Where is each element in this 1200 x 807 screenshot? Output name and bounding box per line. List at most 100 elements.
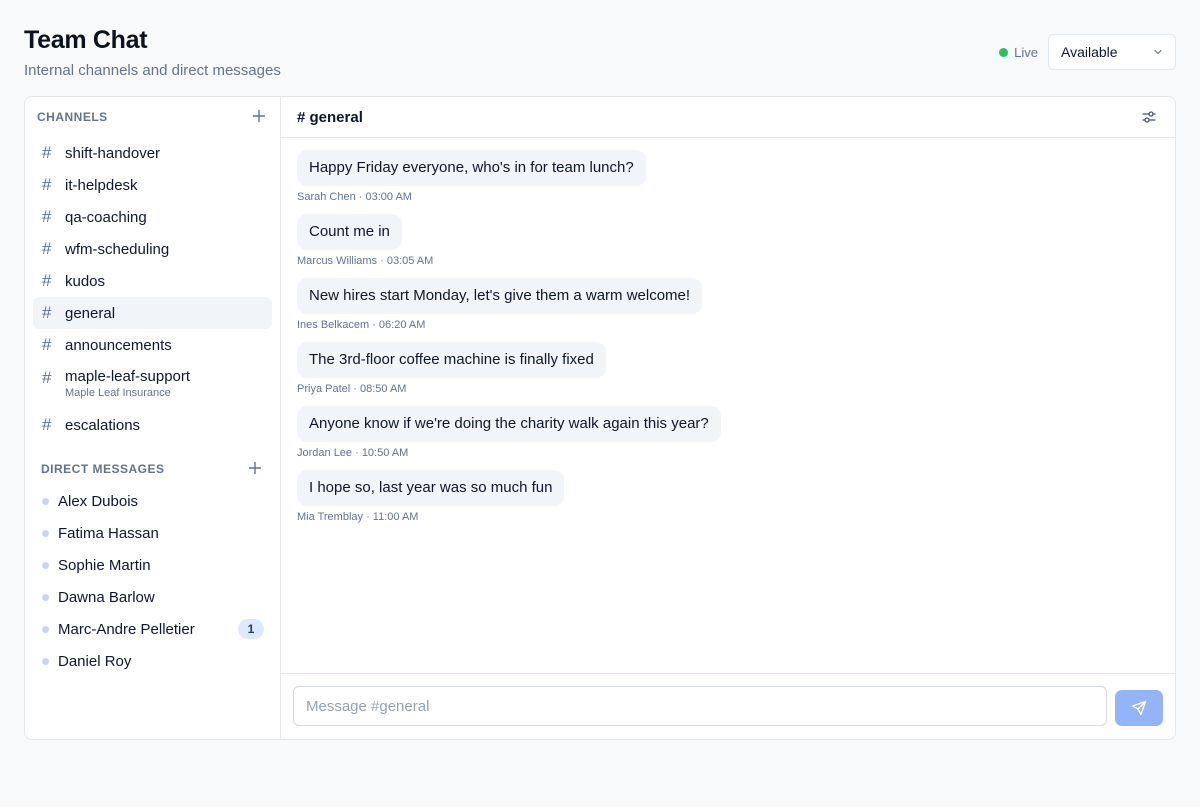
channels-label: CHANNELS [37, 110, 108, 124]
message-meta: Jordan Lee · 10:50 AM [297, 447, 409, 459]
channel-text: maple-leaf-support Maple Leaf Insurance [65, 368, 190, 399]
send-icon [1131, 700, 1147, 716]
unread-badge: 1 [238, 619, 264, 639]
channel-name: general [65, 304, 116, 322]
dm-name: Sophie Martin [58, 556, 151, 574]
channel-name: qa-coaching [65, 208, 147, 226]
message-bubble: The 3rd-floor coffee machine is finally … [297, 342, 606, 378]
send-button[interactable] [1115, 690, 1163, 726]
message: Anyone know if we're doing the charity w… [297, 406, 721, 459]
channel-name: announcements [65, 336, 172, 354]
dm-item[interactable]: Sophie Martin [33, 549, 272, 581]
channel-text: kudos [65, 273, 105, 290]
message-bubble: Count me in [297, 214, 402, 250]
message: The 3rd-floor coffee machine is finally … [297, 342, 721, 395]
channel-text: escalations [65, 417, 140, 434]
live-indicator: Live [999, 45, 1038, 60]
message-meta: Marcus Williams · 03:05 AM [297, 255, 434, 267]
channel-item-it-helpdesk[interactable]: # it-helpdesk [33, 169, 272, 201]
dm-item[interactable]: Alex Dubois [33, 485, 272, 517]
hash-icon: # [42, 239, 52, 258]
channel-item-qa-coaching[interactable]: # qa-coaching [33, 201, 272, 233]
add-dm-button[interactable] [248, 461, 264, 477]
channel-text: general [65, 305, 115, 322]
channel-name: shift-handover [65, 144, 161, 162]
channel-text: wfm-scheduling [65, 241, 169, 258]
channel-name: maple-leaf-support [65, 368, 191, 385]
channel-name: wfm-scheduling [65, 240, 170, 258]
add-channel-button[interactable] [252, 109, 268, 125]
dm-list: Alex Dubois Fatima Hassan Sophie Martin Daw… [33, 485, 272, 677]
hash-icon: # [42, 207, 52, 226]
channel-item-maple-leaf-support[interactable]: # maple-leaf-support Maple Leaf Insurance [33, 361, 272, 409]
hash-icon: # [42, 271, 52, 290]
dm-name: Dawna Barlow [58, 588, 155, 606]
presence-dot-icon [42, 657, 49, 665]
composer [281, 673, 1175, 739]
message-bubble: Anyone know if we're doing the charity w… [297, 406, 721, 442]
dm-header: DIRECT MESSAGES [41, 459, 264, 479]
dm-name: Daniel Roy [58, 652, 132, 670]
status-select[interactable]: Available [1048, 34, 1176, 70]
sliders-icon [1142, 111, 1156, 123]
channel-name: escalations [65, 416, 141, 434]
dm-item[interactable]: Fatima Hassan [33, 517, 272, 549]
page-header: Team Chat Internal channels and direct m… [24, 24, 1176, 84]
dm-name: Fatima Hassan [58, 524, 159, 542]
channel-text: shift-handover [65, 145, 160, 162]
message-meta: Ines Belkacem · 06:20 AM [297, 319, 426, 331]
message-bubble: Happy Friday everyone, who's in for team… [297, 150, 646, 186]
channel-text: it-helpdesk [65, 177, 138, 194]
dm-name: Marc-Andre Pelletier [58, 620, 195, 638]
channel-item-kudos[interactable]: # kudos [33, 265, 272, 297]
presence-dot-icon [42, 561, 49, 569]
presence-dot-icon [42, 593, 49, 601]
message: Happy Friday everyone, who's in for team… [297, 150, 721, 203]
message: New hires start Monday, let's give them … [297, 278, 721, 331]
status-dot-icon [999, 47, 1009, 57]
channel-list: # shift-handover # it-helpdesk # qa-coaching #… [33, 137, 272, 441]
status-select-value: Available [1061, 44, 1118, 60]
channel-text: qa-coaching [65, 209, 147, 226]
channel-name: it-helpdesk [65, 176, 138, 194]
hash-icon: # [42, 303, 52, 322]
hash-icon: # [42, 175, 52, 194]
dm-item[interactable]: Daniel Roy [33, 645, 272, 677]
chat-panel: CHANNELS # shift-handover # it-helpdesk # qa-… [24, 96, 1176, 740]
channel-item-general[interactable]: # general [33, 297, 272, 329]
message-list: Happy Friday everyone, who's in for team… [297, 150, 721, 534]
plus-icon [248, 461, 262, 475]
channel-item-wfm-scheduling[interactable]: # wfm-scheduling [33, 233, 272, 265]
channel-name: kudos [65, 272, 106, 290]
dm-item[interactable]: Marc-Andre Pelletier 1 [33, 613, 272, 645]
presence-dot-icon [42, 529, 49, 537]
presence-dot-icon [42, 497, 49, 505]
channel-item-announcements[interactable]: # announcements [33, 329, 272, 361]
channel-subtitle: Maple Leaf Insurance [65, 387, 171, 399]
hash-icon: # [42, 335, 52, 354]
dm-item[interactable]: Dawna Barlow [33, 581, 272, 613]
channels-header: CHANNELS [37, 107, 268, 127]
chat-header: # general [281, 97, 1175, 138]
live-label: Live [1014, 44, 1038, 60]
hash-icon: # [42, 143, 52, 162]
message-bubble: I hope so, last year was so much fun [297, 470, 565, 506]
message-meta: Mia Tremblay · 11:00 AM [297, 511, 419, 523]
message-input[interactable] [293, 686, 1107, 726]
plus-icon [252, 109, 266, 123]
hash-icon: # [42, 368, 52, 387]
dm-label: DIRECT MESSAGES [41, 462, 165, 476]
message: I hope so, last year was so much fun Mia … [297, 470, 721, 523]
dm-name: Alex Dubois [58, 492, 139, 510]
message-meta: Sarah Chen · 03:00 AM [297, 191, 412, 203]
channel-text: announcements [65, 337, 172, 354]
channel-item-escalations[interactable]: # escalations [33, 409, 272, 441]
chevron-down-icon [1154, 49, 1162, 55]
chat-title: # general [297, 108, 363, 126]
presence-dot-icon [42, 625, 49, 633]
channel-settings-button[interactable] [1139, 107, 1159, 127]
channel-item-shift-handover[interactable]: # shift-handover [33, 137, 272, 169]
header-controls: Live Available [999, 34, 1176, 70]
sidebar: CHANNELS # shift-handover # it-helpdesk # qa-… [25, 97, 281, 739]
message-bubble: New hires start Monday, let's give them … [297, 278, 703, 314]
